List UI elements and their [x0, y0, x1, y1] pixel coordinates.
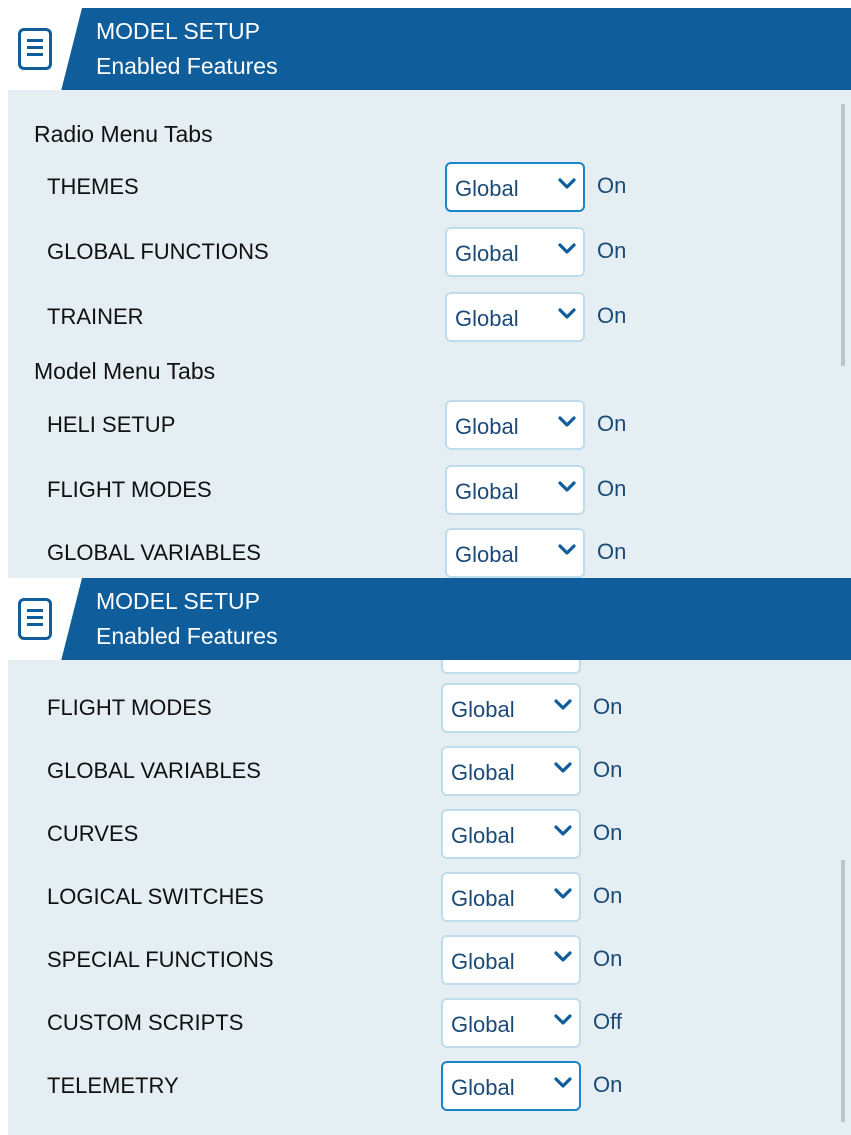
row-special-functions: SPECIAL FUNCTIONS Global On — [8, 933, 808, 991]
chevron-down-icon — [558, 416, 576, 427]
status-text: On — [593, 946, 623, 971]
status-text: On — [597, 476, 627, 501]
status-text: On — [597, 173, 627, 198]
menu-icon[interactable] — [8, 8, 82, 90]
special-functions-select[interactable]: Global — [441, 935, 581, 985]
status-text: On — [593, 883, 623, 908]
chevron-down-icon — [554, 699, 572, 710]
select-value: Global — [455, 542, 519, 567]
global-variables-select[interactable]: Global — [441, 746, 581, 796]
row-global-variables: GLOBAL VARIABLES Global On — [8, 744, 808, 802]
trainer-select[interactable]: Global — [445, 292, 585, 342]
page-subtitle: Enabled Features — [96, 53, 278, 79]
status-text: On — [593, 1072, 623, 1097]
header-bar: MODEL SETUP Enabled Features — [8, 8, 851, 90]
select-value: Global — [455, 414, 519, 439]
chevron-down-icon — [558, 544, 576, 555]
logical-switches-select[interactable]: Global — [441, 872, 581, 922]
curves-select[interactable]: Global — [441, 809, 581, 859]
select-value: Global — [451, 1075, 515, 1100]
chevron-down-icon — [558, 308, 576, 319]
status-text: On — [593, 694, 623, 719]
row-label: CUSTOM SCRIPTS — [47, 1010, 244, 1035]
custom-scripts-select[interactable]: Global — [441, 998, 581, 1048]
status-text: Off — [593, 1009, 622, 1034]
select-value: Global — [455, 306, 519, 331]
chevron-down-icon — [558, 243, 576, 254]
row-label: LOGICAL SWITCHES — [47, 884, 264, 909]
themes-select[interactable]: Global — [445, 162, 585, 212]
select-value: Global — [451, 760, 515, 785]
select-value: Global — [451, 1012, 515, 1037]
row-label: GLOBAL VARIABLES — [47, 540, 261, 565]
chevron-down-icon — [554, 888, 572, 899]
row-flight-modes: FLIGHT MODES Global On — [8, 681, 808, 739]
status-text: On — [597, 539, 627, 564]
page-title: MODEL SETUP — [96, 588, 261, 614]
heli-setup-select[interactable]: Global — [445, 400, 585, 450]
row-label: CURVES — [47, 821, 139, 846]
row-label: GLOBAL VARIABLES — [47, 758, 261, 783]
screen-2: MODEL SETUP Enabled Features FLIGHT MODE… — [8, 578, 851, 1135]
row-heli-setup: HELI SETUP Global On — [8, 398, 808, 456]
row-label: SPECIAL FUNCTIONS — [47, 947, 274, 972]
select-value: Global — [451, 949, 515, 974]
select-value: Global — [455, 241, 519, 266]
chevron-down-icon — [558, 481, 576, 492]
status-text: On — [593, 757, 623, 782]
scrollbar[interactable] — [841, 860, 845, 1122]
row-themes: THEMES Global On — [8, 160, 808, 218]
chevron-down-icon — [554, 762, 572, 773]
row-global-variables: GLOBAL VARIABLES Global On — [8, 526, 808, 578]
select-value: Global — [455, 479, 519, 504]
row-telemetry: TELEMETRY Global On — [8, 1059, 808, 1117]
chevron-down-icon — [554, 1077, 572, 1088]
page-subtitle: Enabled Features — [96, 623, 278, 649]
flight-modes-select[interactable]: Global — [445, 465, 585, 515]
chevron-down-icon — [554, 825, 572, 836]
row-label: FLIGHT MODES — [47, 477, 212, 502]
menu-icon[interactable] — [8, 578, 82, 660]
partial-select[interactable] — [441, 660, 581, 674]
row-label: TRAINER — [47, 304, 144, 329]
flight-modes-select[interactable]: Global — [441, 683, 581, 733]
row-label: TELEMETRY — [47, 1073, 179, 1098]
row-curves: CURVES Global On — [8, 807, 808, 865]
select-value: Global — [451, 823, 515, 848]
row-custom-scripts: CUSTOM SCRIPTS Global Off — [8, 996, 808, 1054]
chevron-down-icon — [554, 1014, 572, 1025]
row-label: HELI SETUP — [47, 412, 176, 437]
row-label: GLOBAL FUNCTIONS — [47, 239, 269, 264]
scrollbar[interactable] — [841, 104, 845, 366]
header-bar: MODEL SETUP Enabled Features — [8, 578, 851, 660]
page-title: MODEL SETUP — [96, 18, 261, 44]
row-label: FLIGHT MODES — [47, 695, 212, 720]
status-text: On — [597, 303, 627, 328]
status-text: On — [597, 238, 627, 263]
screen-1: MODEL SETUP Enabled Features Radio Menu … — [8, 8, 851, 578]
status-text: On — [597, 411, 627, 436]
section-header-model-menu-tabs: Model Menu Tabs — [34, 358, 216, 384]
row-flight-modes: FLIGHT MODES Global On — [8, 463, 808, 521]
select-value: Global — [455, 176, 519, 201]
telemetry-select[interactable]: Global — [441, 1061, 581, 1111]
status-text: On — [593, 820, 623, 845]
row-trainer: TRAINER Global On — [8, 290, 808, 348]
select-value: Global — [451, 697, 515, 722]
chevron-down-icon — [558, 178, 576, 189]
chevron-down-icon — [554, 951, 572, 962]
global-functions-select[interactable]: Global — [445, 227, 585, 277]
row-global-functions: GLOBAL FUNCTIONS Global On — [8, 225, 808, 283]
row-logical-switches: LOGICAL SWITCHES Global On — [8, 870, 808, 928]
row-label: THEMES — [47, 174, 139, 199]
global-variables-select[interactable]: Global — [445, 528, 585, 578]
section-header-radio-menu-tabs: Radio Menu Tabs — [34, 121, 213, 147]
select-value: Global — [451, 886, 515, 911]
